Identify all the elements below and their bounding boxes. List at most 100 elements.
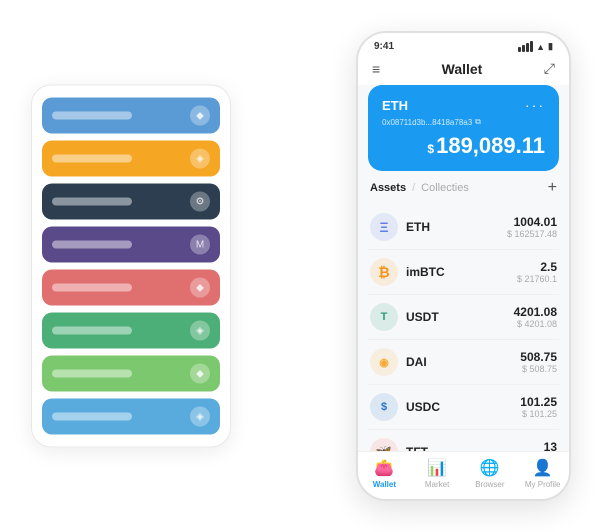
card-item[interactable]: M — [42, 227, 220, 263]
card-icon: ◆ — [190, 106, 210, 126]
card-icon: ◈ — [190, 321, 210, 341]
eth-balance-prefix: $ — [427, 142, 434, 156]
card-label — [52, 241, 132, 249]
tab-collecties[interactable]: Collecties — [421, 182, 469, 194]
eth-balance-value: 189,089.11 — [436, 133, 545, 158]
phone-nav: 👛 Wallet 📊 Market 🌐 Browser 👤 My Profile — [358, 451, 569, 499]
tab-assets[interactable]: Assets — [370, 182, 406, 194]
profile-nav-icon: 👤 — [533, 458, 553, 478]
list-item[interactable]: T USDT 4201.08 $ 4201.08 — [368, 295, 559, 340]
market-nav-icon: 📊 — [427, 458, 447, 478]
add-asset-button[interactable]: + — [548, 179, 557, 197]
scene: ◆ ◈ ⚙ M ◆ ◈ ◆ ◈ 9:41 ▲ ▮ ≡ Wallet ⤢ — [21, 16, 581, 516]
wallet-nav-label: Wallet — [373, 480, 396, 489]
imbtc-icon: ₿ — [370, 258, 398, 286]
asset-values-imbtc: 2.5 $ 21760.1 — [517, 260, 557, 284]
nav-browser[interactable]: 🌐 Browser — [464, 458, 517, 489]
asset-values-dai: 508.75 $ 508.75 — [520, 350, 557, 374]
card-item[interactable]: ◆ — [42, 270, 220, 306]
card-icon: ◆ — [190, 364, 210, 384]
dai-amount: 508.75 — [520, 350, 557, 364]
asset-name-usdt: USDT — [406, 310, 506, 324]
usdc-icon: $ — [370, 393, 398, 421]
usdc-amount: 101.25 — [520, 395, 557, 409]
eth-amount: 1004.01 — [507, 215, 557, 229]
asset-values-usdt: 4201.08 $ 4201.08 — [514, 305, 557, 329]
card-icon: ◈ — [190, 407, 210, 427]
phone-title: Wallet — [442, 61, 483, 77]
card-item[interactable]: ◈ — [42, 141, 220, 177]
eth-address: 0x08711d3b...8418a78a3 ⧉ — [382, 117, 545, 127]
eth-balance: $189,089.11 — [382, 133, 545, 159]
asset-list: Ξ ETH 1004.01 $ 162517.48 ₿ imBTC 2.5 $ … — [368, 205, 559, 451]
usdt-amount: 4201.08 — [514, 305, 557, 319]
tft-amount: 13 — [544, 440, 557, 451]
eth-icon: Ξ — [370, 213, 398, 241]
phone-header: ≡ Wallet ⤢ — [358, 56, 569, 85]
status-icons: ▲ ▮ — [518, 41, 553, 52]
asset-name-imbtc: imBTC — [406, 265, 509, 279]
card-item[interactable]: ◆ — [42, 356, 220, 392]
card-icon: ◈ — [190, 149, 210, 169]
phone: 9:41 ▲ ▮ ≡ Wallet ⤢ ETH — [356, 31, 571, 501]
status-bar: 9:41 ▲ ▮ — [358, 33, 569, 56]
dai-usd: $ 508.75 — [520, 364, 557, 374]
imbtc-usd: $ 21760.1 — [517, 274, 557, 284]
asset-name-eth: ETH — [406, 220, 499, 234]
card-label — [52, 413, 132, 421]
time: 9:41 — [374, 41, 394, 52]
asset-values-tft: 13 0 — [544, 440, 557, 451]
assets-header: Assets / Collecties + — [368, 179, 559, 197]
browser-nav-label: Browser — [475, 480, 504, 489]
tab-divider: / — [412, 182, 415, 194]
asset-name-dai: DAI — [406, 355, 512, 369]
market-nav-label: Market — [425, 480, 449, 489]
eth-card: ETH ··· 0x08711d3b...8418a78a3 ⧉ $189,08… — [368, 85, 559, 171]
card-label — [52, 370, 132, 378]
eth-card-menu[interactable]: ··· — [525, 97, 545, 113]
eth-label: ETH — [382, 98, 408, 113]
eth-usd: $ 162517.48 — [507, 229, 557, 239]
card-label — [52, 284, 132, 292]
battery-icon: ▮ — [548, 41, 553, 52]
card-item[interactable]: ◈ — [42, 313, 220, 349]
nav-wallet[interactable]: 👛 Wallet — [358, 458, 411, 489]
list-item[interactable]: 🦋 TFT 13 0 — [368, 430, 559, 451]
profile-nav-label: My Profile — [525, 480, 561, 489]
nav-market[interactable]: 📊 Market — [411, 458, 464, 489]
copy-address-icon[interactable]: ⧉ — [475, 117, 481, 127]
tft-icon: 🦋 — [370, 438, 398, 451]
list-item[interactable]: Ξ ETH 1004.01 $ 162517.48 — [368, 205, 559, 250]
hamburger-icon[interactable]: ≡ — [372, 61, 380, 77]
wifi-icon: ▲ — [536, 42, 545, 52]
usdt-icon: T — [370, 303, 398, 331]
dai-icon: ◉ — [370, 348, 398, 376]
card-stack: ◆ ◈ ⚙ M ◆ ◈ ◆ ◈ — [31, 85, 231, 448]
phone-content: ETH ··· 0x08711d3b...8418a78a3 ⧉ $189,08… — [358, 85, 569, 451]
card-item[interactable]: ◆ — [42, 98, 220, 134]
nav-profile[interactable]: 👤 My Profile — [516, 458, 569, 489]
list-item[interactable]: $ USDC 101.25 $ 101.25 — [368, 385, 559, 430]
usdc-usd: $ 101.25 — [520, 409, 557, 419]
list-item[interactable]: ₿ imBTC 2.5 $ 21760.1 — [368, 250, 559, 295]
expand-icon[interactable]: ⤢ — [544, 60, 555, 77]
eth-card-top: ETH ··· — [382, 97, 545, 113]
card-item[interactable]: ◈ — [42, 399, 220, 435]
asset-values-eth: 1004.01 $ 162517.48 — [507, 215, 557, 239]
imbtc-amount: 2.5 — [517, 260, 557, 274]
usdt-usd: $ 4201.08 — [514, 319, 557, 329]
list-item[interactable]: ◉ DAI 508.75 $ 508.75 — [368, 340, 559, 385]
card-icon: ◆ — [190, 278, 210, 298]
card-item[interactable]: ⚙ — [42, 184, 220, 220]
card-label — [52, 327, 132, 335]
card-label — [52, 155, 132, 163]
card-icon: ⚙ — [190, 192, 210, 212]
wallet-nav-icon: 👛 — [374, 458, 394, 478]
assets-tabs: Assets / Collecties — [370, 182, 469, 194]
signal-icon — [518, 41, 533, 52]
asset-values-usdc: 101.25 $ 101.25 — [520, 395, 557, 419]
card-label — [52, 198, 132, 206]
asset-name-usdc: USDC — [406, 400, 512, 414]
card-label — [52, 112, 132, 120]
card-icon: M — [190, 235, 210, 255]
